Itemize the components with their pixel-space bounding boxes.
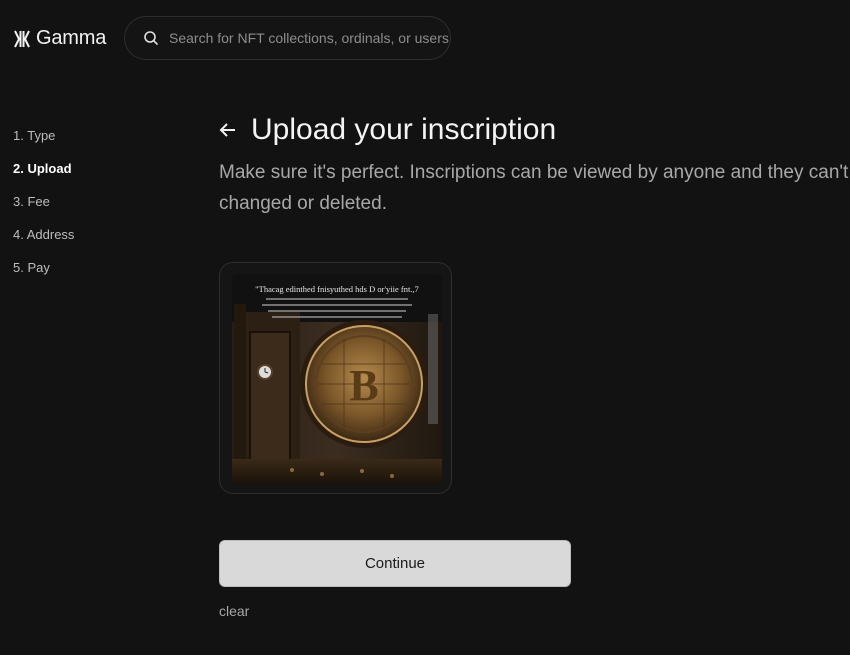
artwork-caption: "Thacag edinthed fnisyuthed hds D or'yii… <box>255 284 419 294</box>
bitcoin-symbol: B <box>349 361 378 410</box>
search-bar[interactable] <box>124 16 451 60</box>
clear-link[interactable]: clear <box>219 603 249 619</box>
continue-button[interactable]: Continue <box>219 540 571 587</box>
back-arrow-icon[interactable] <box>219 121 237 139</box>
title-row: Upload your inscription <box>219 113 556 147</box>
inscription-preview-card: B "Thacag edinthed fnisyuthed hds D or'y… <box>219 262 452 494</box>
page-subtitle: Make sure it's perfect. Inscriptions can… <box>219 162 850 214</box>
gamma-logo-icon <box>14 30 30 47</box>
search-icon <box>144 31 158 45</box>
steps-nav: 1. Type 2. Upload 3. Fee 4. Address 5. P… <box>13 127 74 292</box>
brand-name: Gamma <box>36 27 107 49</box>
inscription-preview-image: B "Thacag edinthed fnisyuthed hds D or'y… <box>232 274 442 484</box>
brand-logo[interactable]: Gamma <box>14 27 106 50</box>
search-input[interactable] <box>169 30 449 46</box>
page-title: Upload your inscription <box>251 113 557 146</box>
upload-inscription-page: Gamma 1. Type 2. Upload 3. Fee 4. Addres… <box>0 0 850 655</box>
step-fee[interactable]: 3. Fee <box>13 193 74 226</box>
step-upload[interactable]: 2. Upload <box>13 160 74 193</box>
step-type[interactable]: 1. Type <box>13 127 74 160</box>
step-address[interactable]: 4. Address <box>13 226 74 259</box>
step-pay[interactable]: 5. Pay <box>13 259 74 292</box>
bitcoin-vault-artwork: B "Thacag edinthed fnisyuthed hds D or'y… <box>232 274 442 484</box>
